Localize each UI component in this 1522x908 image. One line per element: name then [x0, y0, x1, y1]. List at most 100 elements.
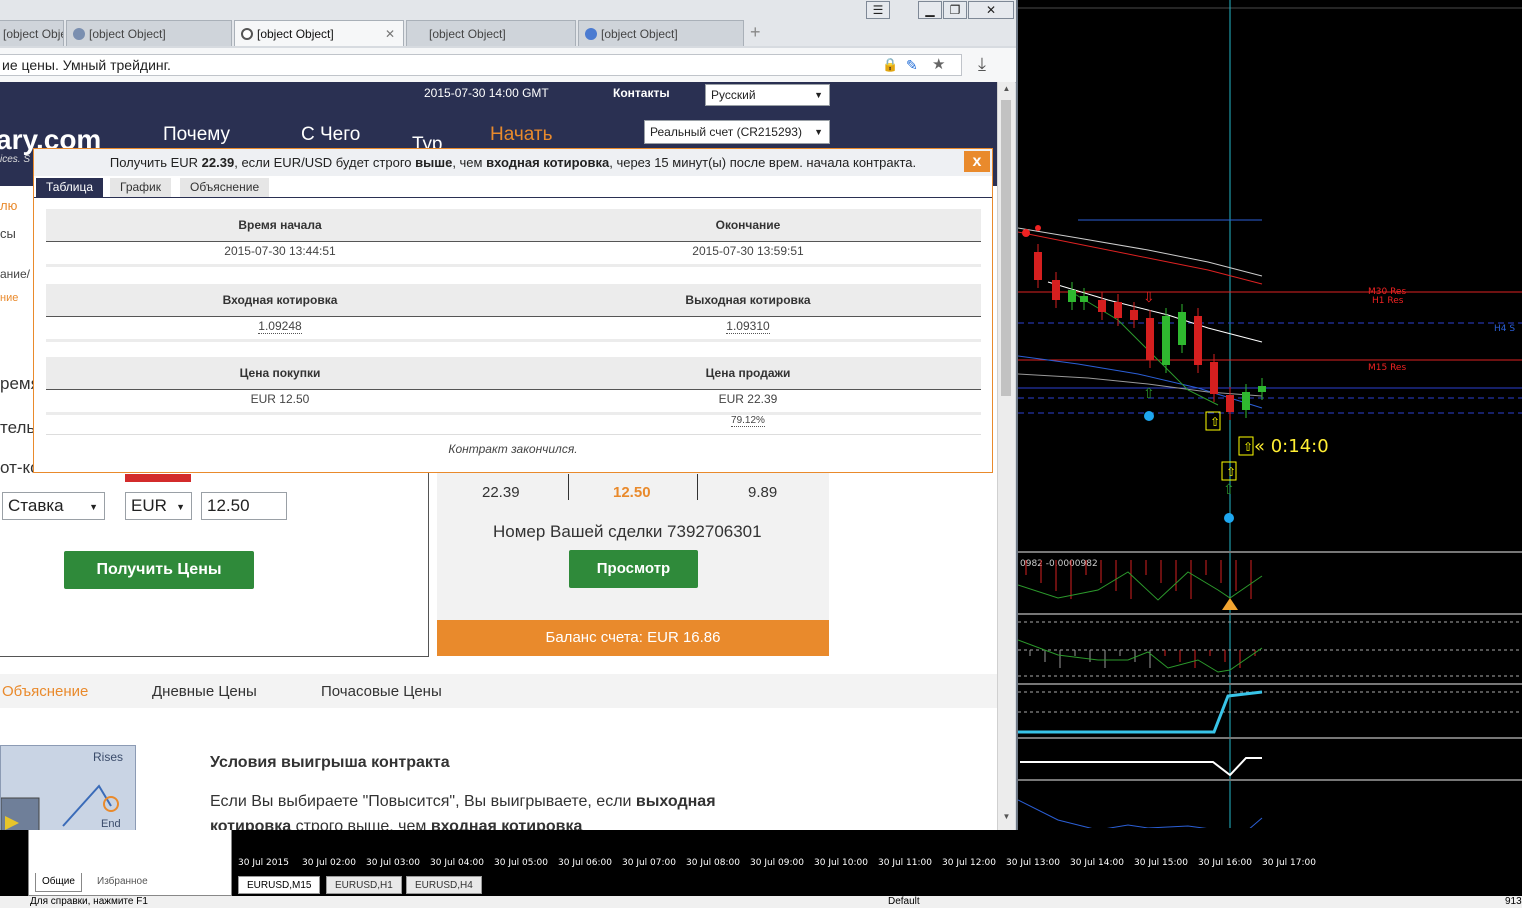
signal-dot [1144, 411, 1154, 421]
tab-explanation[interactable]: Объяснение [2, 683, 88, 700]
table-header: Входная котировка Выходная котировка [46, 284, 981, 317]
address-bar[interactable]: ие цены. Умный трейдинг. 🔒 ✎ ★ [0, 54, 962, 76]
contract-illustration: Rises End [0, 745, 136, 830]
contract-status: Контракт закончился. [448, 442, 578, 456]
nav-start[interactable]: Начать [490, 124, 553, 146]
time-axis-label: 30 Jul 11:00 [878, 858, 932, 868]
up-arrow-icon [1222, 598, 1238, 610]
amount-input[interactable]: 12.50 [201, 492, 287, 520]
explanation-text: Если Вы выбираете "Повысится", Вы выигры… [210, 793, 716, 811]
price-chart[interactable]: M30 Res H1 Res H4 S M15 Res ⇧ ⇧ ⇧ ⇧ ⇧ ⇩ … [1018, 0, 1522, 830]
symbol-tab-eurusd-h4[interactable]: EURUSD,H4 [406, 876, 482, 894]
loading-icon [241, 28, 253, 40]
signal-dot [1022, 229, 1030, 237]
nav-why[interactable]: Почему [163, 124, 230, 146]
download-icon[interactable]: ⤓ [978, 54, 986, 75]
start-time-value: 2015-07-30 13:44:51 [224, 244, 336, 258]
account-select[interactable]: Реальный счет (CR215293) ▼ [644, 120, 830, 144]
time-axis-label: 30 Jul 08:00 [686, 858, 740, 868]
text-bold: входная котировка [430, 818, 583, 830]
browser-tab-5[interactable]: [object Object] [578, 20, 744, 46]
tab-daily-prices[interactable]: Дневные Цены [152, 683, 257, 700]
maximize-icon[interactable]: ❐ [943, 1, 967, 19]
currency-value: EUR [131, 496, 167, 515]
menu-icon[interactable]: ☰ [866, 1, 890, 19]
navigator-panel: Общие Избранное [28, 828, 232, 896]
navigator-tab-favorites[interactable]: Избранное [91, 873, 154, 891]
symbol-tab-eurusd-m15[interactable]: EURUSD,M15 [238, 876, 321, 894]
left-fragment: ание/ [0, 267, 31, 281]
scroll-down-icon[interactable]: ▼ [998, 812, 1015, 822]
star-icon[interactable]: ★ [932, 55, 945, 75]
language-select[interactable]: Русский ▼ [705, 84, 830, 106]
browser-tab-1[interactable]: [object Object] [0, 20, 64, 46]
tab-label: [object Object] [89, 27, 166, 41]
symbol-tab-eurusd-h1[interactable]: EURUSD,H1 [326, 876, 402, 894]
dialog-tab-table[interactable]: Таблица [36, 178, 104, 197]
entry-spot-text: 1.09248 [258, 319, 302, 334]
close-tab-icon[interactable]: ✕ [385, 21, 395, 46]
contract-dialog: Получить EUR 22.39, если EUR/USD будет с… [33, 148, 993, 473]
explanation-text: котировка строго выше, чем входная котир… [210, 818, 582, 830]
status-right: 913 [1505, 896, 1522, 907]
close-window-icon[interactable]: ✕ [968, 1, 1014, 19]
table-header: Цена покупки Цена продажи [46, 357, 981, 390]
tab-label: [object Object] [601, 27, 678, 41]
page-scrollbar[interactable]: ▲ ▼ [997, 82, 1015, 830]
time-axis-label: 30 Jul 05:00 [494, 858, 548, 868]
table-row: EUR 12.50 EUR 22.39 [46, 390, 981, 415]
minimize-icon[interactable]: ▁ [918, 1, 942, 19]
account-balance: Баланс счета: EUR 16.86 [437, 620, 829, 656]
title-part: , если EUR/USD будет строго [234, 155, 416, 170]
contacts-link[interactable]: Контакты [613, 86, 670, 100]
end-time-label: Окончание [715, 218, 781, 232]
scroll-up-icon[interactable]: ▲ [998, 84, 1015, 94]
dialog-close-button[interactable]: x [964, 151, 990, 172]
entry-spot-value: 1.09248 [46, 319, 514, 334]
time-axis-label: 30 Jul 15:00 [1134, 858, 1188, 868]
title-part: Получить EUR [109, 155, 202, 170]
get-prices-button[interactable]: Получить Цены [64, 551, 254, 589]
table-row: 2015-07-30 13:44:51 2015-07-30 13:59:51 [46, 242, 981, 267]
nav-where-to-start[interactable]: С Чего [301, 124, 360, 146]
buy-price-label: Цена покупки [239, 366, 321, 380]
tab-hourly-prices[interactable]: Почасовые Цены [321, 683, 442, 700]
browser-tab-3[interactable]: [object Object] ✕ [234, 20, 404, 46]
new-tab-button[interactable]: + [750, 22, 761, 43]
left-fragment: ние [0, 292, 19, 304]
table-header: Время начала Окончание [46, 209, 981, 242]
left-fragment: сы [0, 226, 16, 241]
currency-select[interactable]: EUR ▼ [125, 492, 192, 520]
text-bold: выходная [635, 793, 716, 810]
title-amount: 22.39 [201, 155, 235, 170]
time-axis-label: 30 Jul 07:00 [622, 858, 676, 868]
dialog-tab-explanation[interactable]: Объяснение [180, 178, 270, 197]
tab-label: [object Object] [429, 27, 506, 41]
time-axis-label: 30 Jul 12:00 [942, 858, 996, 868]
time-axis-label: 30 Jul 16:00 [1198, 858, 1252, 868]
svg-text:⇧: ⇧ [1223, 481, 1235, 497]
browser-window: [object Object] [object Object] [object … [0, 0, 1018, 830]
scrollbar-thumb[interactable] [1001, 100, 1011, 396]
status-bar: Для справки, нажмите F1 Default 913 [0, 896, 1522, 908]
dialog-title: Получить EUR 22.39, если EUR/USD будет с… [34, 149, 992, 176]
browser-tab-4[interactable]: [object Object] [406, 20, 576, 46]
account-value: Реальный счет (CR215293) [650, 125, 802, 139]
extension-icon[interactable]: ✎ [906, 55, 918, 75]
payout-value: 22.39 [482, 484, 520, 501]
left-fragment[interactable]: лю [0, 198, 17, 213]
table-row: 1.09248 1.09310 [46, 317, 981, 342]
time-axis-label: 30 Jul 09:00 [750, 858, 804, 868]
view-button[interactable]: Просмотр [569, 550, 698, 588]
time-axis-label: 30 Jul 02:00 [302, 858, 356, 868]
basis-select[interactable]: Ставка ▼ [2, 492, 105, 520]
time-axis-label: 30 Jul 04:00 [430, 858, 484, 868]
svg-text:⇧: ⇧ [1243, 440, 1253, 454]
svg-text:⇧: ⇧ [1210, 415, 1220, 429]
navigator-tab-general[interactable]: Общие [35, 873, 82, 892]
title-part: , через 15 минут(ы) после врем. начала к… [609, 155, 917, 170]
svg-text:⇧: ⇧ [1226, 465, 1236, 479]
dialog-tab-chart[interactable]: График [110, 178, 171, 197]
browser-tab-2[interactable]: [object Object] [66, 20, 232, 46]
profit-percent: 79.12% [514, 415, 982, 427]
